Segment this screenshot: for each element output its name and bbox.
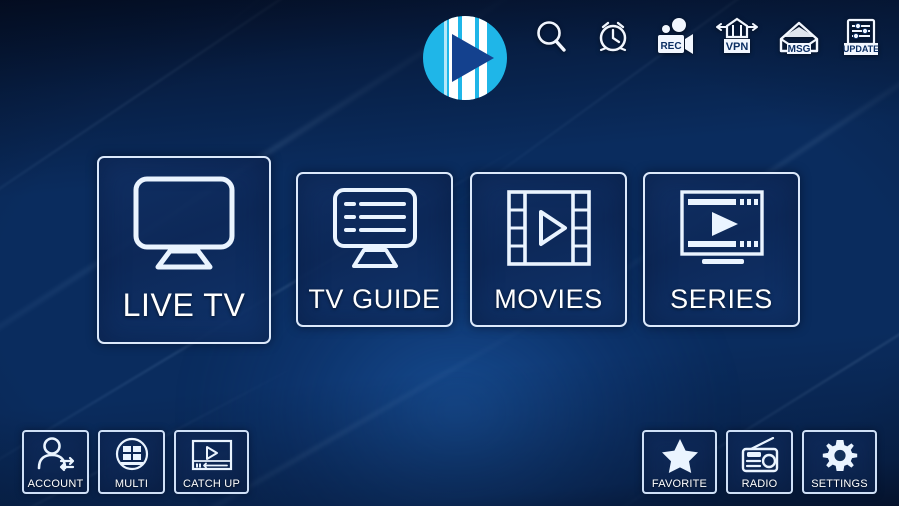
tile-label: MOVIES [494, 284, 603, 314]
star-icon [644, 432, 715, 478]
tile-tv-guide[interactable]: TV GUIDE [296, 172, 453, 327]
tile-label: TV GUIDE [308, 284, 441, 314]
radio-button[interactable]: RADIO [726, 430, 793, 494]
settings-button[interactable]: SETTINGS [802, 430, 877, 494]
catch-up-button[interactable]: CATCH UP [174, 430, 249, 494]
monitor-icon [99, 158, 269, 287]
tile-movies[interactable]: MOVIES [470, 172, 627, 327]
button-label: MULTI [114, 478, 149, 490]
tile-series[interactable]: SERIES [643, 172, 800, 327]
button-label: RADIO [741, 478, 778, 490]
gear-icon [804, 432, 875, 478]
favorite-button[interactable]: FAVORITE [642, 430, 717, 494]
user-swap-icon [24, 432, 87, 478]
tile-live-tv[interactable]: LIVE TV [97, 156, 271, 344]
film-strip-icon [472, 174, 625, 284]
footer-left-group: ACCOUNT MULTI CATCH UP [22, 430, 249, 494]
catchup-screen-icon [176, 432, 247, 478]
multi-grid-icon [100, 432, 163, 478]
button-label: SETTINGS [811, 478, 868, 490]
account-button[interactable]: ACCOUNT [22, 430, 89, 494]
button-label: ACCOUNT [27, 478, 84, 490]
radio-icon [728, 432, 791, 478]
screen-play-icon [645, 174, 798, 284]
button-label: CATCH UP [182, 478, 240, 490]
monitor-list-icon [298, 174, 451, 284]
footer-right-group: FAVORITE RADIO SETTINGS [642, 430, 877, 494]
tile-label: SERIES [670, 284, 773, 314]
tile-label: LIVE TV [122, 287, 246, 323]
app-root: REC VPN MSG UPDATE LIVE TV TV GUIDE MOVI… [0, 0, 899, 506]
button-label: FAVORITE [651, 478, 708, 490]
multi-button[interactable]: MULTI [98, 430, 165, 494]
